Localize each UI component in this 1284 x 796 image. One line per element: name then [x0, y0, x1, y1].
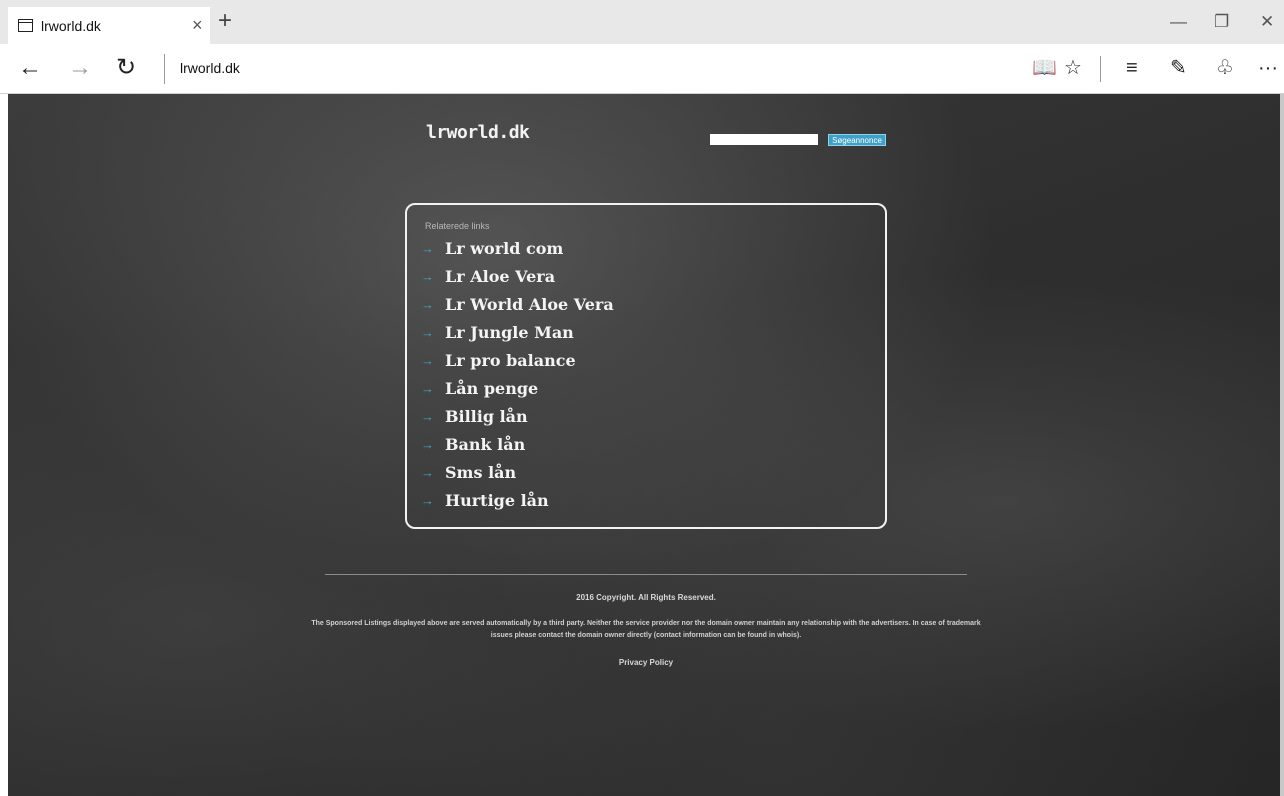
related-link[interactable]: → Sms lån — [421, 458, 614, 486]
address-separator — [164, 54, 165, 84]
search-input[interactable] — [710, 134, 818, 145]
arrow-right-icon: → — [421, 492, 434, 508]
related-link[interactable]: → Billig lån — [421, 402, 614, 430]
related-link[interactable]: → Lr Aloe Vera — [421, 262, 614, 290]
related-link[interactable]: → Lr pro balance — [421, 346, 614, 374]
related-link[interactable]: → Lr World Aloe Vera — [421, 290, 614, 318]
arrow-right-icon: → — [421, 296, 434, 312]
related-link[interactable]: → Hurtige lån — [421, 486, 614, 514]
related-link-label[interactable]: Lr Jungle Man — [445, 323, 574, 342]
arrow-right-icon: → — [421, 380, 434, 396]
window-close-icon[interactable]: ✕ — [1260, 12, 1274, 32]
related-links-heading: Relaterede links — [425, 221, 490, 231]
tab-strip: lrworld.dk × + — ❐ ✕ — [0, 0, 1284, 44]
related-link-label[interactable]: Sms lån — [445, 463, 516, 482]
arrow-right-icon: → — [421, 240, 434, 256]
related-link-label[interactable]: Lån penge — [445, 379, 538, 398]
toolbar-separator — [1100, 56, 1101, 82]
disclaimer-text: The Sponsored Listings displayed above a… — [311, 620, 981, 639]
arrow-right-icon: → — [421, 268, 434, 284]
web-note-icon[interactable]: ✎ — [1170, 56, 1187, 80]
related-link-label[interactable]: Billig lån — [445, 407, 528, 426]
more-icon[interactable]: ··· — [1258, 56, 1278, 80]
minimize-icon[interactable]: — — [1170, 12, 1187, 32]
footer-divider — [325, 574, 967, 575]
related-link[interactable]: → Lr world com — [421, 234, 614, 262]
related-link[interactable]: → Lr Jungle Man — [421, 318, 614, 346]
arrow-right-icon: → — [421, 408, 434, 424]
related-links-box: Relaterede links → Lr world com → Lr Aloe … — [405, 203, 887, 529]
new-tab-icon[interactable]: + — [218, 9, 232, 33]
reading-view-icon[interactable]: 📖 — [1032, 56, 1057, 80]
arrow-right-icon: → — [421, 436, 434, 452]
related-link-label[interactable]: Bank lån — [445, 435, 525, 454]
arrow-right-icon: → — [421, 464, 434, 480]
hub-icon[interactable]: ≡ — [1126, 56, 1138, 80]
back-icon[interactable]: ← — [18, 55, 42, 81]
privacy-policy-link[interactable]: Privacy Policy — [325, 658, 967, 667]
related-link-label[interactable]: Lr world com — [445, 239, 563, 258]
address-bar[interactable]: lrworld.dk — [180, 60, 240, 76]
favorite-star-icon[interactable]: ☆ — [1064, 56, 1082, 80]
arrow-right-icon: → — [421, 324, 434, 340]
related-link-label[interactable]: Hurtige lån — [445, 491, 549, 510]
arrow-right-icon: → — [421, 352, 434, 368]
related-links-list: → Lr world com → Lr Aloe Vera → Lr World Al… — [421, 234, 614, 514]
related-link[interactable]: → Bank lån — [421, 430, 614, 458]
related-link-label[interactable]: Lr pro balance — [445, 351, 576, 370]
restore-icon[interactable]: ❐ — [1214, 12, 1229, 32]
forward-icon[interactable]: → — [68, 55, 92, 81]
navigation-bar: ← → ↻ lrworld.dk 📖 ☆ ≡ ✎ ♧ ··· — [0, 44, 1284, 94]
tab-title: lrworld.dk — [41, 17, 101, 34]
refresh-icon[interactable]: ↻ — [116, 55, 136, 81]
site-logo[interactable]: lrworld.dk — [426, 122, 530, 143]
search-button[interactable]: Søgeannonce — [828, 134, 886, 146]
scrollbar[interactable] — [1280, 94, 1284, 796]
related-link-label[interactable]: Lr Aloe Vera — [445, 267, 555, 286]
related-link[interactable]: → Lån penge — [421, 374, 614, 402]
page-icon — [18, 19, 33, 32]
copyright-text: 2016 Copyright. All Rights Reserved. — [576, 593, 716, 602]
page-content: lrworld.dk Søgeannonce Relaterede links … — [8, 94, 1282, 796]
related-link-label[interactable]: Lr World Aloe Vera — [445, 295, 614, 314]
browser-tab[interactable]: lrworld.dk × — [8, 7, 210, 44]
close-tab-icon[interactable]: × — [192, 15, 203, 36]
share-icon[interactable]: ♧ — [1216, 56, 1234, 80]
